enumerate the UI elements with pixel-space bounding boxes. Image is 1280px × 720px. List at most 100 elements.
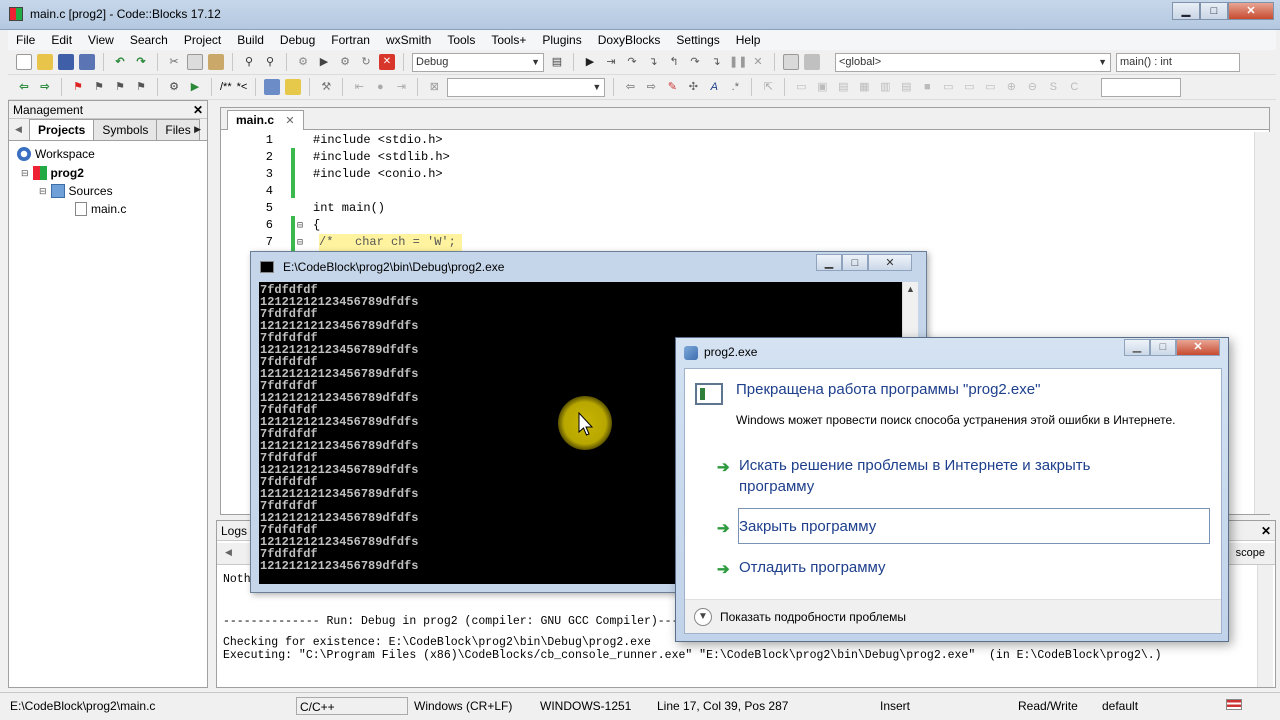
format-right-icon[interactable]: ⇥ (393, 79, 409, 95)
replace-icon[interactable]: ⚲ (262, 54, 278, 70)
menu-fortran[interactable]: Fortran (323, 33, 378, 47)
doxy-extract-icon[interactable] (285, 79, 302, 95)
console-close-button[interactable]: ✕ (868, 254, 912, 271)
jump-forward-icon[interactable]: ⇨ (37, 79, 53, 95)
clear-bookmarks-icon[interactable]: ⚑ (133, 79, 149, 95)
save-all-icon[interactable] (79, 54, 95, 70)
zoom-in-icon[interactable]: ⊕ (1003, 79, 1019, 95)
undo-icon[interactable]: ↶ (112, 54, 128, 70)
wx-sizer-icon[interactable]: ▦ (856, 79, 872, 95)
menu-file[interactable]: File (8, 33, 43, 47)
menu-help[interactable]: Help (728, 33, 769, 47)
compile-file-icon[interactable]: ⚙ (166, 79, 182, 95)
run-file-icon[interactable]: ▶ (187, 79, 203, 95)
fold-icon[interactable]: ⊟ (297, 235, 303, 252)
search-online-and-close-option[interactable]: ➔ Искать решение проблемы в Интернете и … (717, 455, 1090, 497)
wx-toolbar-icon[interactable]: ▤ (898, 79, 914, 95)
whole-word-icon[interactable]: .* (727, 79, 743, 95)
jump-back-icon[interactable]: ⇦ (16, 79, 32, 95)
wx-button-icon[interactable]: ▭ (940, 79, 956, 95)
next-match-icon[interactable]: ⇨ (643, 79, 659, 95)
menu-tools-plus[interactable]: Tools+ (483, 33, 534, 47)
select-cursor-icon[interactable]: ⇱ (760, 79, 776, 95)
debug-program-option[interactable]: ➔ Отладить программу (717, 557, 886, 578)
run-to-cursor-icon[interactable]: ⇥ (603, 54, 619, 70)
collapse-icon[interactable]: ⊟ (21, 168, 29, 179)
next-bookmark-icon[interactable]: ⚑ (112, 79, 128, 95)
wx-menu-icon[interactable]: ▥ (877, 79, 893, 95)
prev-bookmark-icon[interactable]: ⚑ (91, 79, 107, 95)
next-instruction-icon[interactable]: ↷ (687, 54, 703, 70)
editor-tab-main-c[interactable]: main.c ✕ (227, 110, 304, 130)
prev-match-icon[interactable]: ⇦ (622, 79, 638, 95)
logs-tabs-left-icon[interactable]: ◀ (225, 547, 232, 558)
tools-wrench-icon[interactable]: ⚒ (318, 79, 334, 95)
menu-build[interactable]: Build (229, 33, 272, 47)
rebuild-icon[interactable]: ↻ (358, 54, 374, 70)
function-select[interactable]: main() : int (1116, 52, 1240, 72)
tabs-scroll-left-icon[interactable]: ◀ (15, 124, 22, 135)
menu-search[interactable]: Search (122, 33, 176, 47)
collapse-icon[interactable]: ⊟ (39, 186, 47, 197)
menu-settings[interactable]: Settings (668, 33, 727, 47)
tree-workspace[interactable]: Workspace (17, 147, 95, 161)
open-folder-icon[interactable] (37, 54, 53, 70)
wx-s-icon[interactable]: S (1045, 79, 1061, 95)
tabs-scroll-right-icon[interactable]: ▶ (194, 124, 201, 135)
menu-project[interactable]: Project (176, 33, 229, 47)
dialog-close-button[interactable]: ✕ (1176, 339, 1220, 356)
maximize-button[interactable]: □ (1200, 2, 1228, 20)
scope-select[interactable]: <global> ▼ (835, 52, 1111, 72)
menu-doxyblocks[interactable]: DoxyBlocks (590, 33, 669, 47)
cut-icon[interactable]: ✂ (166, 54, 182, 70)
wx-box-icon[interactable]: ■ (919, 79, 935, 95)
wx-frame-icon[interactable]: ▭ (793, 79, 809, 95)
build-and-run-icon[interactable]: ⚙ (337, 54, 353, 70)
minimize-button[interactable]: ▁ (1172, 2, 1200, 20)
tab-close-icon[interactable]: ✕ (285, 115, 294, 127)
menu-wxsmith[interactable]: wxSmith (378, 33, 439, 47)
search-combo[interactable]: ▼ (447, 77, 606, 97)
close-button[interactable]: ✕ (1228, 2, 1274, 20)
save-icon[interactable] (58, 54, 74, 70)
wx-image-icon[interactable]: ▣ (814, 79, 830, 95)
fold-icon[interactable]: ⊟ (297, 218, 303, 235)
copy-icon[interactable] (187, 54, 203, 70)
run-icon[interactable]: ▶ (316, 54, 332, 70)
logs-tab-scope[interactable]: scope (1236, 547, 1265, 559)
debug-info-icon[interactable] (804, 54, 820, 70)
debug-windows-icon[interactable] (783, 54, 799, 70)
menu-view[interactable]: View (80, 33, 122, 47)
stop-debug-icon[interactable]: ✕ (750, 54, 766, 70)
console-maximize-button[interactable]: □ (842, 254, 868, 271)
step-out-icon[interactable]: ↰ (666, 54, 682, 70)
logs-vertical-scrollbar[interactable] (1257, 565, 1273, 687)
new-file-icon[interactable] (16, 54, 32, 70)
regex-icon[interactable]: A (706, 79, 722, 95)
comment-line-button[interactable]: *< (237, 81, 248, 93)
debug-continue-icon[interactable]: ▶ (582, 54, 598, 70)
management-close-icon[interactable]: ✕ (193, 101, 203, 119)
highlight-icon[interactable]: ✎ (664, 79, 680, 95)
menu-plugins[interactable]: Plugins (534, 33, 589, 47)
menu-debug[interactable]: Debug (272, 33, 323, 47)
next-line-icon[interactable]: ↷ (624, 54, 640, 70)
menu-edit[interactable]: Edit (43, 33, 80, 47)
format-left-icon[interactable]: ⇤ (351, 79, 367, 95)
editor-vertical-scrollbar[interactable] (1254, 132, 1270, 514)
tab-projects[interactable]: Projects (29, 119, 95, 140)
step-into-instruction-icon[interactable]: ↴ (708, 54, 724, 70)
match-case-icon[interactable]: ✣ (685, 79, 701, 95)
show-target-options-icon[interactable]: ▤ (549, 54, 565, 70)
step-into-icon[interactable]: ↴ (645, 54, 661, 70)
clear-search-icon[interactable]: ⊠ (426, 79, 442, 95)
wx-refresh-icon[interactable]: C (1066, 79, 1082, 95)
build-gear-icon[interactable]: ⚙ (295, 54, 311, 70)
console-minimize-button[interactable]: ▁ (816, 254, 842, 271)
doxy-wizard-icon[interactable] (264, 79, 281, 95)
tree-file[interactable]: main.c (75, 202, 126, 216)
expand-details-chevron-icon[interactable]: ▼ (694, 608, 712, 626)
logs-close-icon[interactable]: ✕ (1261, 521, 1271, 541)
build-target-select[interactable]: Debug ▼ (412, 52, 544, 72)
format-center-icon[interactable]: ● (372, 79, 388, 95)
